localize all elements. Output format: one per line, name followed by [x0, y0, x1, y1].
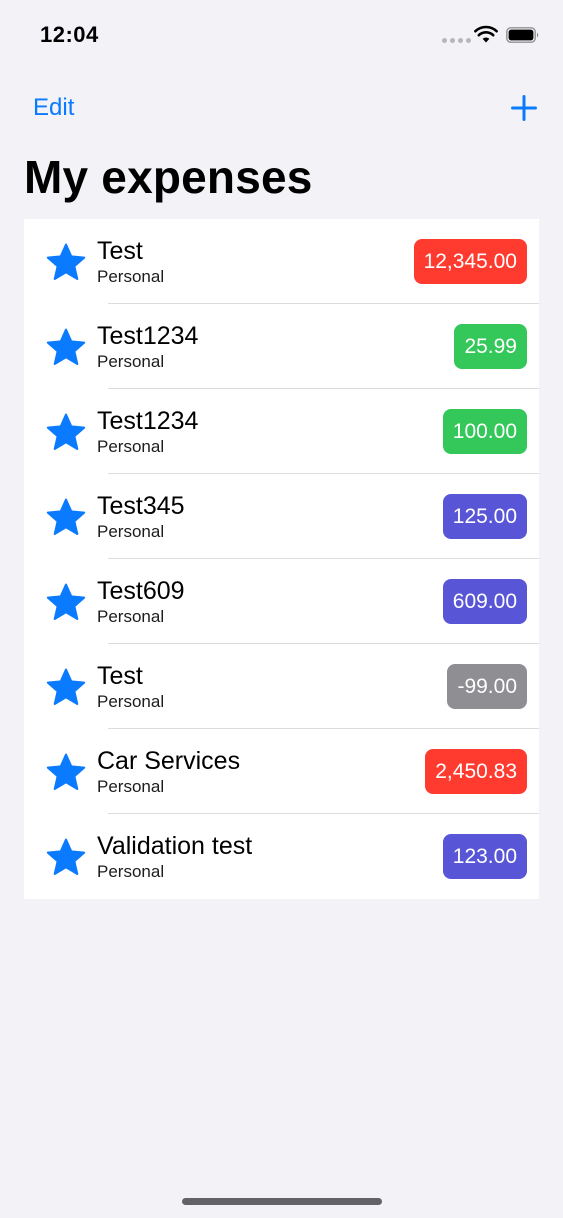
star-icon: [46, 583, 86, 620]
expense-row[interactable]: Test Personal 12,345.00: [24, 219, 539, 304]
status-bar: 12:04: [0, 0, 563, 70]
cellular-signal-icon: [442, 38, 471, 43]
page-title: My expenses: [24, 151, 313, 203]
expense-category: Personal: [97, 607, 165, 626]
wifi-icon: [474, 25, 498, 43]
expense-category: Personal: [97, 267, 165, 286]
star-icon: [46, 498, 86, 535]
expense-name: Test1234: [97, 407, 199, 435]
star-icon: [46, 413, 86, 450]
amount-badge: 123.00: [442, 834, 527, 879]
star-icon: [46, 753, 86, 790]
expense-name: Validation test: [97, 832, 253, 860]
amount-badge: 609.00: [442, 579, 527, 624]
amount-badge: -99.00: [447, 664, 527, 709]
expense-category: Personal: [97, 692, 165, 711]
expense-row[interactable]: Validation test Personal 123.00: [24, 814, 539, 899]
amount-badge: 125.00: [442, 494, 527, 539]
expense-row[interactable]: Test609 Personal 609.00: [24, 559, 539, 644]
amount-badge: 2,450.83: [425, 749, 527, 794]
home-indicator[interactable]: [182, 1198, 382, 1205]
expense-category: Personal: [97, 522, 165, 541]
amount-badge: 100.00: [442, 409, 527, 454]
star-icon: [46, 668, 86, 705]
status-time: 12:04: [40, 22, 99, 47]
amount-badge: 25.99: [454, 324, 527, 369]
amount-badge: 12,345.00: [413, 239, 527, 284]
battery-icon: [506, 27, 539, 43]
expense-name: Test1234: [97, 322, 199, 350]
expense-category: Personal: [97, 437, 165, 456]
expense-name: Car Services: [97, 747, 241, 775]
expense-row[interactable]: Test345 Personal 125.00: [24, 474, 539, 559]
expense-row[interactable]: Test1234 Personal 25.99: [24, 304, 539, 389]
expense-name: Test: [97, 237, 143, 265]
expense-list: Test Personal 12,345.00 Test1234 Personal 25.…: [24, 219, 539, 899]
expense-row[interactable]: Car Services Personal 2,450.83: [24, 729, 539, 814]
expense-category: Personal: [97, 352, 165, 371]
expense-name: Test609: [97, 577, 185, 605]
star-icon: [46, 243, 86, 280]
star-icon: [46, 838, 86, 875]
expense-name: Test345: [97, 492, 185, 520]
expense-category: Personal: [97, 777, 165, 796]
expense-row[interactable]: Test1234 Personal 100.00: [24, 389, 539, 474]
star-icon: [46, 328, 86, 365]
expense-row[interactable]: Test Personal -99.00: [24, 644, 539, 729]
expense-name: Test: [97, 662, 143, 690]
edit-button[interactable]: Edit: [33, 94, 74, 122]
expense-category: Personal: [97, 862, 165, 881]
screen: 12:04 Edit My expenses Test Personal 12,34…: [0, 0, 563, 1218]
plus-icon[interactable]: [511, 95, 537, 121]
